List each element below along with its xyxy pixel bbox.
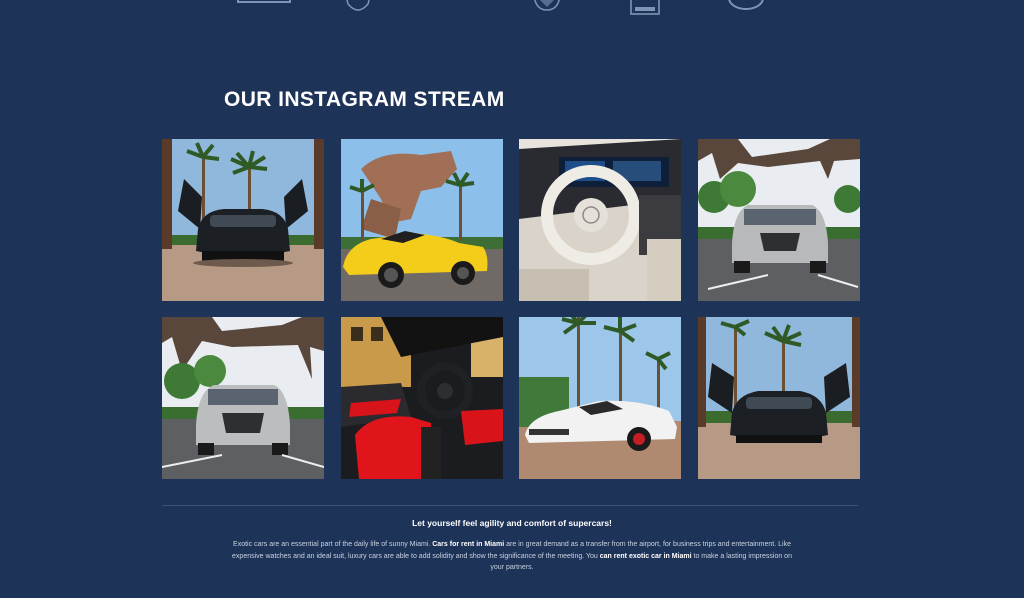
photo-lexus-suv: [697, 139, 860, 301]
section-divider: [162, 505, 858, 506]
desc-text-1: Exotic cars are an essential part of the…: [233, 541, 433, 548]
photo-mclaren-doors-open: [162, 139, 324, 301]
instagram-gallery: [162, 139, 860, 479]
instagram-post-5[interactable]: [162, 317, 324, 479]
wordmark-icon: [237, 0, 291, 3]
instagram-post-4[interactable]: [697, 139, 860, 301]
photo-white-lamborghini: [519, 317, 681, 479]
instagram-post-3[interactable]: [519, 139, 681, 301]
photo-mercedes-interior: [519, 139, 681, 301]
description-paragraph: Exotic cars are an essential part of the…: [232, 539, 792, 574]
photo-yellow-ferrari: [340, 139, 503, 301]
badge-icon: [630, 0, 660, 15]
round-emblem-icon: [728, 0, 764, 10]
photo-lexus-suv-front: [162, 317, 324, 479]
cars-for-rent-link[interactable]: Cars for rent in Miami: [432, 541, 504, 548]
tagline: Let yourself feel agility and comfort of…: [412, 518, 612, 528]
shield-icon: [534, 0, 560, 11]
section-title: OUR INSTAGRAM STREAM: [224, 88, 505, 111]
instagram-post-2[interactable]: [340, 139, 503, 301]
photo-ferrari-red-interior: [340, 317, 503, 479]
photo-mclaren-front: [697, 317, 860, 479]
brand-logo-strip: [0, 0, 1024, 16]
instagram-post-8[interactable]: [697, 317, 860, 479]
crest-icon: [346, 0, 370, 11]
instagram-post-7[interactable]: [519, 317, 681, 479]
instagram-post-1[interactable]: [162, 139, 324, 301]
instagram-post-6[interactable]: [340, 317, 503, 479]
rent-exotic-car-link[interactable]: can rent exotic car in Miami: [600, 553, 692, 560]
